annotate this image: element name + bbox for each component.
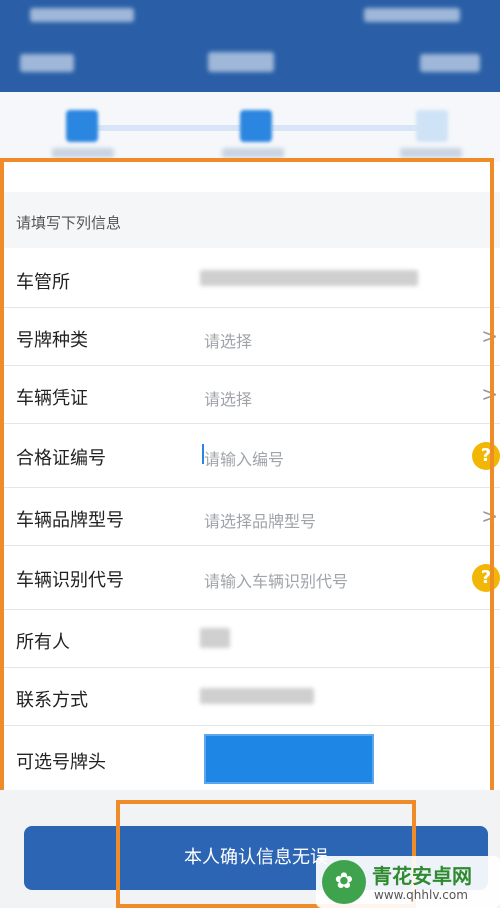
header-action-redacted[interactable] (420, 54, 480, 72)
status-bar-left-redacted (30, 8, 134, 22)
form-highlight-box (0, 158, 494, 794)
back-button[interactable] (20, 54, 74, 72)
watermark-url: www.qhhlv.com (374, 888, 468, 902)
page-title-redacted (208, 52, 274, 72)
step-2-label-redacted (222, 148, 284, 158)
status-bar-right-redacted (364, 8, 460, 22)
step-1-label-redacted (52, 148, 114, 158)
watermark: ✿ 青花安卓网 www.qhhlv.com (316, 856, 500, 908)
step-line-2 (272, 125, 422, 131)
step-3-dot (416, 110, 448, 142)
watermark-title: 青花安卓网 (372, 864, 472, 888)
progress-steps (0, 92, 500, 162)
step-1-dot (66, 110, 98, 142)
app-header (0, 0, 500, 92)
flower-icon: ✿ (322, 860, 366, 904)
step-line-1 (92, 125, 242, 131)
step-2-dot (240, 110, 272, 142)
step-3-label-redacted (400, 148, 462, 158)
